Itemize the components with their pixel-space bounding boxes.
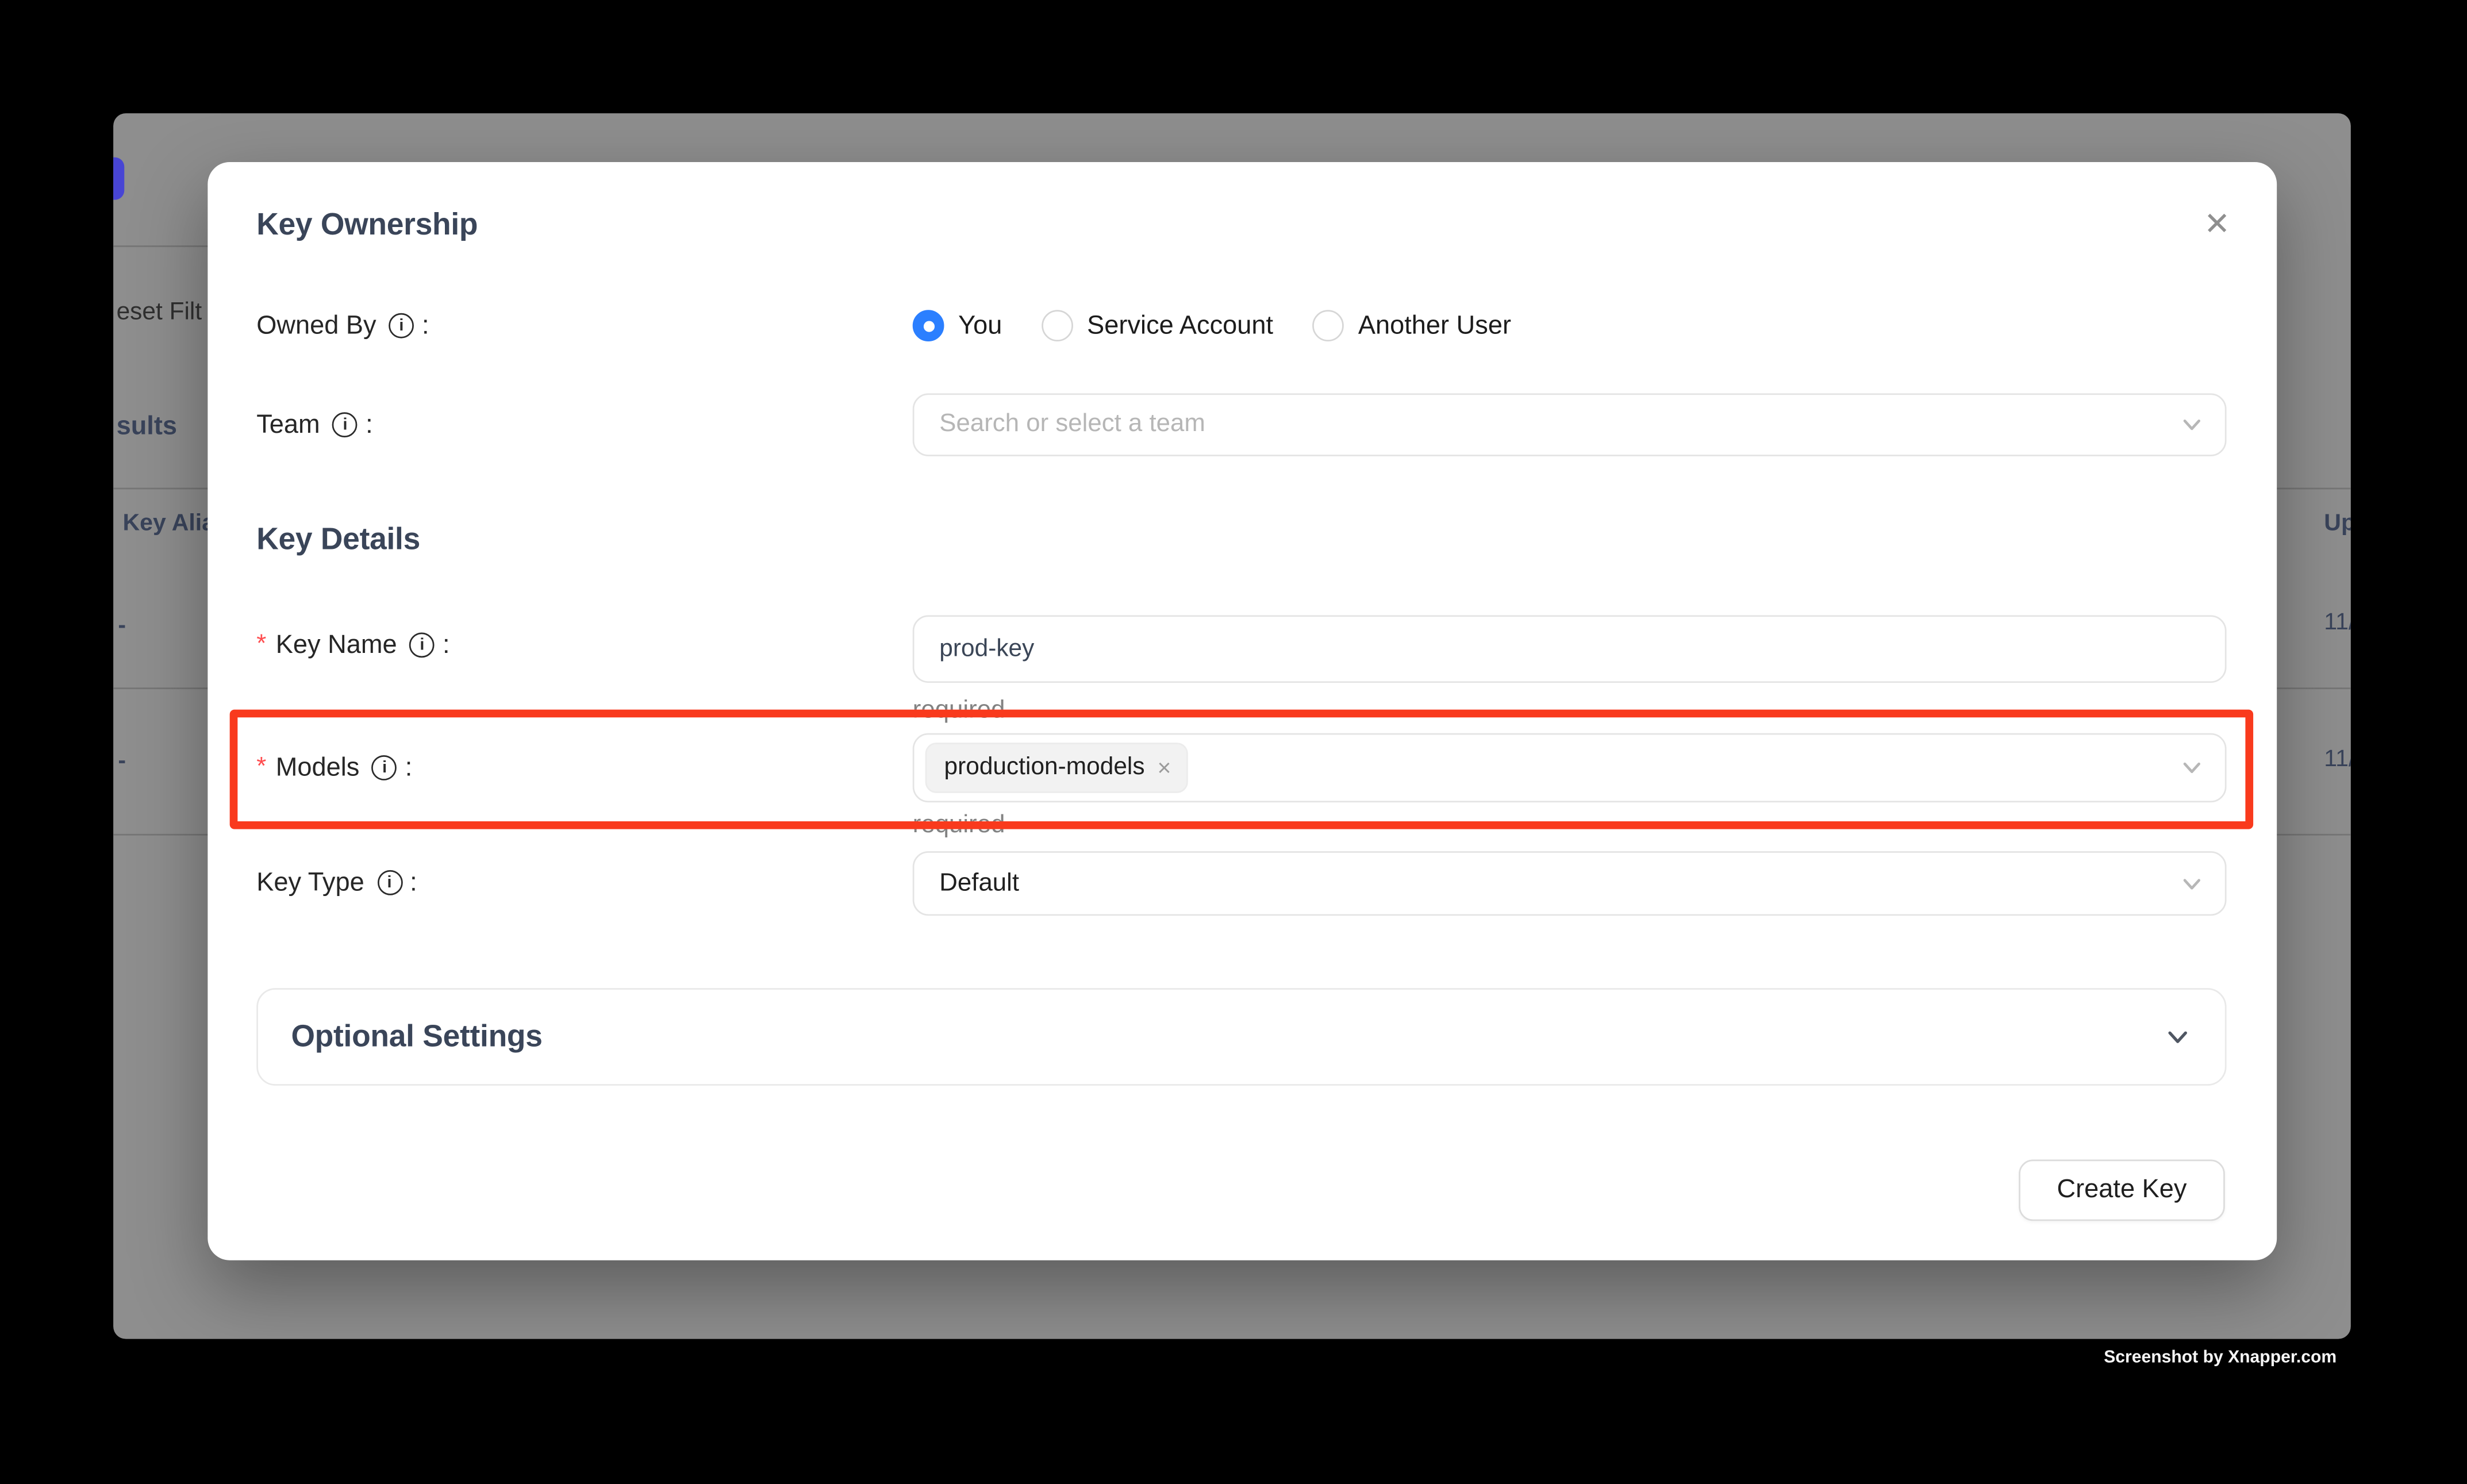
background-updated-header: Up: [2324, 506, 2351, 541]
owned-by-radio-group: You Service Account Another User: [913, 309, 1511, 343]
background-reset-filters-fragment: eset Filt: [117, 296, 202, 330]
tag-remove-icon[interactable]: ×: [1157, 756, 1171, 779]
models-label: * Models i :: [256, 751, 412, 785]
team-label: Team i :: [256, 407, 372, 442]
required-asterisk: *: [256, 631, 266, 659]
models-select[interactable]: production-models ×: [913, 733, 2227, 802]
background-table-cell: -: [118, 609, 126, 643]
selected-model-tag: production-models ×: [925, 743, 1189, 793]
chevron-down-icon: [2181, 414, 2203, 436]
background-table-cell: -: [118, 744, 126, 779]
chevron-down-icon: [2165, 1024, 2191, 1049]
key-name-input[interactable]: [913, 615, 2227, 683]
team-search-input[interactable]: [914, 410, 2224, 439]
background-date-cell: 11/: [2324, 743, 2351, 777]
team-select[interactable]: [913, 393, 2227, 456]
create-key-button[interactable]: Create Key: [2019, 1160, 2225, 1221]
radio-selected-icon: [913, 310, 944, 341]
key-type-select[interactable]: Default: [913, 851, 2227, 916]
key-ownership-modal: Key Ownership ✕ Owned By i : You Service…: [207, 162, 2277, 1260]
background-date-cell: 11/: [2324, 606, 2351, 640]
background-key-alias-header: Key Alia: [123, 506, 216, 541]
required-asterisk: *: [256, 753, 266, 782]
key-details-heading: Key Details: [256, 521, 420, 559]
info-icon: i: [389, 313, 414, 339]
modal-title: Key Ownership: [256, 206, 478, 244]
key-type-value: Default: [914, 869, 1019, 897]
info-icon: i: [333, 412, 358, 437]
background-results-fragment: sults: [117, 409, 177, 444]
info-icon: i: [377, 870, 402, 895]
radio-owned-by-service-account[interactable]: Service Account: [1042, 310, 1273, 341]
radio-unselected-icon: [1313, 310, 1344, 341]
radio-owned-by-another-user[interactable]: Another User: [1313, 310, 1512, 341]
info-icon: i: [409, 632, 435, 658]
optional-settings-header[interactable]: Optional Settings: [256, 988, 2226, 1086]
watermark: Screenshot by Xnapper.com: [2104, 1348, 2337, 1367]
screenshot-canvas: eset Filt sults Key Alia Up - - 11/ 11/ …: [0, 0, 2467, 1484]
close-icon[interactable]: ✕: [2195, 203, 2239, 247]
radio-owned-by-you[interactable]: You: [913, 310, 1002, 341]
chevron-down-icon: [2181, 757, 2203, 779]
info-icon: i: [372, 755, 397, 781]
models-required-hint: required: [913, 810, 1005, 840]
key-name-label: * Key Name i :: [256, 628, 449, 662]
optional-settings-label: Optional Settings: [291, 1018, 542, 1056]
owned-by-label: Owned By i :: [256, 309, 429, 343]
radio-unselected-icon: [1042, 310, 1073, 341]
key-type-label: Key Type i :: [256, 866, 417, 900]
background-primary-button-fragment: [113, 157, 124, 200]
key-name-required-hint: required: [913, 695, 1005, 725]
chevron-down-icon: [2181, 872, 2203, 894]
